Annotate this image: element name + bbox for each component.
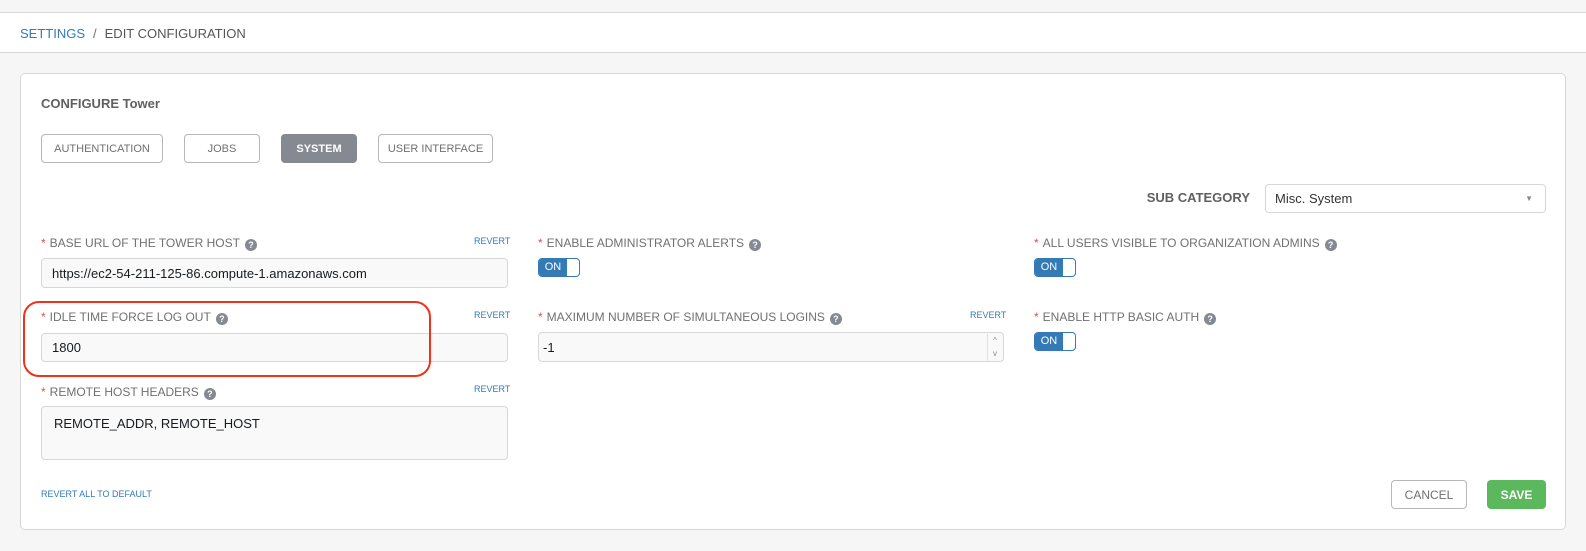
max-logins-label: * MAXIMUM NUMBER OF SIMULTANEOUS LOGINS? bbox=[538, 310, 842, 325]
max-logins-input[interactable]: -1 ^ v bbox=[538, 332, 1004, 362]
breadcrumb-separator: / bbox=[93, 26, 97, 41]
help-icon[interactable]: ? bbox=[829, 313, 842, 325]
help-icon[interactable]: ? bbox=[1204, 313, 1217, 325]
base-url-label: * BASE URL OF THE TOWER HOST? bbox=[41, 236, 257, 251]
sub-category-select[interactable]: Misc. System ▼ bbox=[1265, 184, 1546, 213]
help-icon[interactable]: ? bbox=[749, 239, 762, 251]
help-icon[interactable]: ? bbox=[1324, 239, 1337, 251]
cancel-button[interactable]: CANCEL bbox=[1391, 480, 1467, 509]
http-basic-auth-label: * ENABLE HTTP BASIC AUTH? bbox=[1034, 310, 1217, 325]
max-logins-revert-link[interactable]: REVERT bbox=[970, 310, 1006, 320]
highlight-annotation bbox=[23, 301, 431, 377]
users-visible-label: * ALL USERS VISIBLE TO ORGANIZATION ADMIN… bbox=[1034, 236, 1337, 251]
admin-alerts-label: * ENABLE ADMINISTRATOR ALERTS? bbox=[538, 236, 762, 251]
chevron-down-icon: ▼ bbox=[1525, 194, 1533, 203]
save-button[interactable]: SAVE bbox=[1487, 480, 1546, 509]
tab-jobs[interactable]: JOBS bbox=[184, 134, 260, 163]
users-visible-toggle[interactable]: ON bbox=[1034, 258, 1076, 277]
tab-authentication[interactable]: AUTHENTICATION bbox=[41, 134, 163, 163]
stepper-arrows-icon[interactable]: ^ v bbox=[987, 334, 1002, 362]
breadcrumb-current: EDIT CONFIGURATION bbox=[104, 26, 246, 41]
base-url-input[interactable]: https://ec2-54-211-125-86.compute-1.amaz… bbox=[41, 258, 508, 288]
base-url-revert-link[interactable]: REVERT bbox=[474, 236, 510, 246]
http-basic-auth-toggle[interactable]: ON bbox=[1034, 332, 1076, 351]
idle-time-revert-link[interactable]: REVERT bbox=[474, 310, 510, 320]
admin-alerts-toggle[interactable]: ON bbox=[538, 258, 580, 277]
help-icon[interactable]: ? bbox=[203, 388, 216, 400]
revert-all-link[interactable]: REVERT ALL TO DEFAULT bbox=[41, 489, 152, 499]
remote-host-headers-label: * REMOTE HOST HEADERS? bbox=[41, 385, 216, 400]
sub-category-value: Misc. System bbox=[1275, 191, 1353, 206]
tab-user-interface[interactable]: USER INTERFACE bbox=[378, 134, 493, 163]
tab-system[interactable]: SYSTEM bbox=[281, 134, 357, 163]
breadcrumb-settings-link[interactable]: SETTINGS bbox=[20, 26, 85, 41]
remote-host-headers-textarea[interactable]: REMOTE_ADDR, REMOTE_HOST bbox=[41, 406, 508, 460]
help-icon[interactable]: ? bbox=[244, 239, 257, 251]
remote-host-headers-revert-link[interactable]: REVERT bbox=[474, 384, 510, 394]
breadcrumb: SETTINGS / EDIT CONFIGURATION bbox=[20, 26, 246, 41]
panel-title: CONFIGURE Tower bbox=[41, 96, 160, 111]
sub-category-label: SUB CATEGORY bbox=[1146, 190, 1250, 205]
